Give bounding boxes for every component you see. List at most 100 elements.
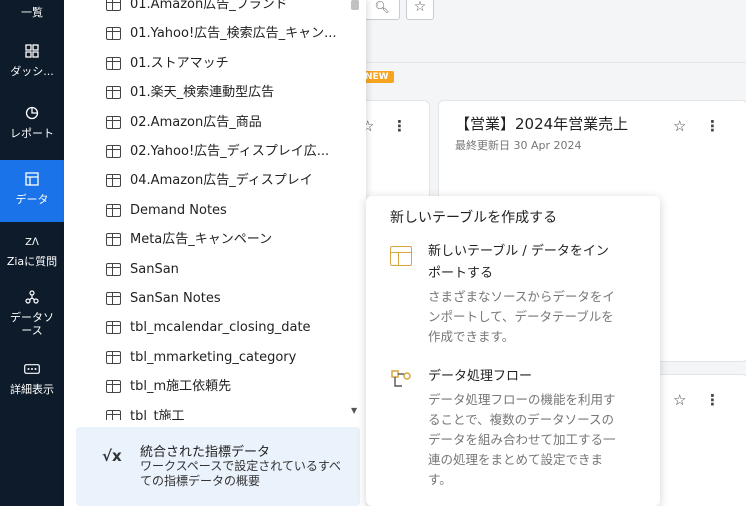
table-icon xyxy=(106,262,121,276)
table-name: tbl_t施工 xyxy=(130,408,185,420)
table-icon xyxy=(106,115,121,129)
table-list-item[interactable]: 02.Yahoo!広告_ディスプレイ広... xyxy=(64,141,352,170)
nav-item-label: データ xyxy=(15,193,49,206)
dashboard-icon xyxy=(0,44,64,62)
star-icon[interactable]: ☆ xyxy=(673,391,686,409)
nav-item-label: ダッシ... xyxy=(10,65,54,78)
table-name: 01.Amazon広告_ブランド xyxy=(130,0,288,12)
table-name: 01.楽天_検索連動型広告 xyxy=(130,85,275,101)
table-icon xyxy=(106,203,121,217)
flow-option-desc-line3: データを組み合わせて加工する一 xyxy=(428,432,616,447)
table-icon xyxy=(106,86,121,100)
table-icon xyxy=(106,174,121,188)
data-table-icon xyxy=(0,172,64,190)
table-list-item[interactable]: Meta広告_キャンペーン xyxy=(64,229,352,258)
table-list-item[interactable]: tbl_mmarketing_category xyxy=(64,347,352,376)
table-name: 02.Yahoo!広告_ディスプレイ広... xyxy=(130,144,330,159)
table-name: 02.Amazon広告_商品 xyxy=(130,114,262,130)
scroll-down-icon[interactable]: ▼ xyxy=(351,406,357,415)
flow-option-desc-line2: ることで、複数のデータソースの xyxy=(428,412,615,427)
table-name: 04.Amazon広告_ディスプレイ xyxy=(130,173,313,189)
table-list-item[interactable]: tbl_mcalendar_closing_date xyxy=(64,317,352,346)
table-icon xyxy=(106,350,121,364)
datasource-icon xyxy=(0,290,64,308)
flow-option-desc-line4: 連の処理をまとめて設定できま xyxy=(428,452,604,467)
scroll-thumb[interactable] xyxy=(351,0,359,10)
metrics-title: 統合された指標データ xyxy=(140,445,271,460)
nav-item-label: Ziaに質問 xyxy=(6,255,58,268)
left-navigation: 一覧 ダッシ... レポート データ Zᐱ Ziaに質問 データソース 詳細表示 xyxy=(0,0,64,506)
nav-item-dashboard[interactable]: ダッシ... xyxy=(0,44,64,90)
search-icon: 🔍︎ xyxy=(374,0,390,14)
star-icon[interactable]: ☆ xyxy=(673,117,686,135)
table-icon xyxy=(106,145,121,158)
table-list-item[interactable]: 01.Amazon広告_ブランド xyxy=(64,0,352,23)
import-option-desc-line2: ンポートして、データテーブルを xyxy=(428,309,614,324)
sqrt-formula-icon: √x xyxy=(102,447,122,465)
flow-option-desc-line5: す。 xyxy=(428,472,452,487)
data-dropdown: 01.Amazon広告_ブランド 01.Yahoo!広告_検索広告_キャン... 0… xyxy=(64,0,366,506)
nav-item-label: レポート xyxy=(10,127,54,140)
table-list-item[interactable]: 01.Yahoo!広告_検索広告_キャン... xyxy=(64,23,352,52)
search-button[interactable]: 🔍︎ xyxy=(364,0,400,20)
import-option-desc-line3: 作成できます。 xyxy=(428,329,515,344)
table-list: 01.Amazon広告_ブランド 01.Yahoo!広告_検索広告_キャン... 0… xyxy=(64,0,352,420)
table-name: SanSan Notes xyxy=(130,291,221,306)
import-option-desc-line1: さまざまなソースからデータをイ xyxy=(428,289,615,304)
table-icon xyxy=(106,292,121,305)
import-option-title-line1[interactable]: 新しいテーブル / データをイン xyxy=(428,241,643,263)
integrated-metrics-item[interactable]: √x 統合された指標データ ワークスペースで設定されているすべての指標データの概… xyxy=(76,427,360,506)
more-icon xyxy=(0,362,64,380)
card-subtitle: 最終更新日 30 Apr 2024 xyxy=(455,139,582,152)
table-name: SanSan xyxy=(130,261,179,277)
scrollbar[interactable]: ▼ xyxy=(348,0,362,420)
table-icon xyxy=(106,321,121,335)
table-list-item[interactable]: 01.ストアマッチ xyxy=(64,53,352,82)
nav-item-data[interactable]: データ xyxy=(0,160,64,222)
table-list-item[interactable]: 02.Amazon広告_商品 xyxy=(64,112,352,141)
table-name: tbl_mcalendar_closing_date xyxy=(130,320,311,336)
popup-title: 新しいテーブルを作成する xyxy=(390,210,558,226)
table-icon xyxy=(106,0,121,11)
table-icon xyxy=(106,233,121,247)
report-icon xyxy=(0,106,64,124)
data-flow-icon xyxy=(390,369,412,395)
nav-item-label: データソース xyxy=(10,311,54,337)
table-name: Meta広告_キャンペーン xyxy=(130,232,273,248)
table-list-item[interactable]: SanSan Notes xyxy=(64,288,352,317)
table-list-item[interactable]: tbl_m施工依頼先 xyxy=(64,376,352,405)
flow-option-title[interactable]: データ処理フロー xyxy=(428,366,643,388)
table-name: 01.Yahoo!広告_検索広告_キャン... xyxy=(130,26,337,42)
more-options-icon[interactable]: ⋮ xyxy=(705,117,720,135)
flow-option-desc-line1: データ処理フローの機能を利用す xyxy=(428,392,616,407)
table-name: Demand Notes xyxy=(130,202,227,218)
card-title: 【営業】2024年営業売上 xyxy=(455,115,629,133)
metrics-description: ワークスペースで設定されているすべての指標データの概要 xyxy=(140,459,342,488)
nav-item-list[interactable]: 一覧 xyxy=(0,6,64,19)
nav-item-report[interactable]: レポート xyxy=(0,106,64,152)
nav-item-datasource[interactable]: データソース xyxy=(0,290,64,340)
nav-item-label: 詳細表示 xyxy=(10,383,54,396)
table-list-item[interactable]: 01.楽天_検索連動型広告 xyxy=(64,82,352,111)
nav-item-more[interactable]: 詳細表示 xyxy=(0,362,64,402)
table-icon xyxy=(106,56,121,70)
table-list-item[interactable]: tbl_t施工 xyxy=(64,406,352,420)
table-list-item[interactable]: 04.Amazon広告_ディスプレイ xyxy=(64,170,352,199)
table-list-item[interactable]: Demand Notes xyxy=(64,200,352,229)
nav-item-zia[interactable]: Zᐱ Ziaに質問 xyxy=(0,234,64,274)
import-option-title-line2[interactable]: ポートする xyxy=(428,263,643,285)
more-options-icon[interactable]: ⋮ xyxy=(705,391,720,409)
create-table-popup: 新しいテーブルを作成する 新しいテーブル / データをイン ポートする さまざま… xyxy=(366,196,660,506)
star-icon: ☆ xyxy=(413,0,427,15)
more-options-icon[interactable]: ⋮ xyxy=(392,117,407,135)
table-name: tbl_m施工依頼先 xyxy=(130,379,232,395)
table-icon xyxy=(106,409,121,420)
table-import-icon xyxy=(390,246,412,266)
table-name: tbl_mmarketing_category xyxy=(130,349,297,365)
table-icon xyxy=(106,380,121,394)
table-list-item[interactable]: SanSan xyxy=(64,259,352,288)
zia-icon: Zᐱ xyxy=(25,237,39,248)
nav-item-label: 一覧 xyxy=(21,6,43,19)
favorite-button[interactable]: ☆ xyxy=(406,0,434,20)
table-name: 01.ストアマッチ xyxy=(130,55,229,71)
